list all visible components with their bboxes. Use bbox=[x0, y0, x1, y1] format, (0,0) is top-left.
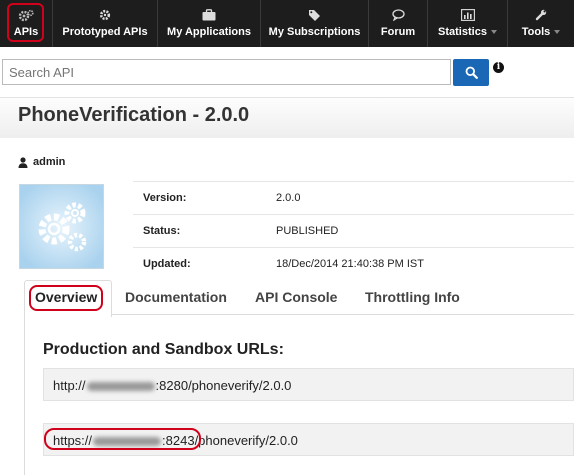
nav-item-tools[interactable]: Tools bbox=[508, 0, 574, 47]
meta-row-status: Status: PUBLISHED bbox=[133, 214, 574, 248]
url-prefix: http:// bbox=[53, 378, 86, 393]
meta-key: Updated: bbox=[143, 258, 191, 270]
nav-item-label: Prototyped APIs bbox=[62, 26, 148, 38]
highlight-annotation-https-url bbox=[44, 428, 201, 450]
gears-icon bbox=[20, 185, 103, 268]
top-navbar: APIs Prototyped APIs My Applications My … bbox=[0, 0, 574, 47]
nav-item-statistics[interactable]: Statistics bbox=[428, 0, 508, 47]
section-title: Production and Sandbox URLs: bbox=[43, 341, 284, 358]
highlight-annotation-apis bbox=[7, 3, 44, 42]
meta-key: Version: bbox=[143, 192, 187, 204]
search-icon bbox=[465, 66, 478, 79]
tab-documentation[interactable]: Documentation bbox=[125, 289, 227, 305]
info-icon[interactable]: i bbox=[493, 62, 504, 73]
url-suffix: :8280/phoneverify/2.0.0 bbox=[155, 378, 292, 393]
url-box-http[interactable]: http:// :8280/phoneverify/2.0.0 bbox=[43, 368, 574, 401]
meta-row-updated: Updated: 18/Dec/2014 21:40:38 PM IST bbox=[133, 247, 574, 281]
meta-value: 2.0.0 bbox=[276, 192, 301, 204]
wrench-icon bbox=[535, 9, 547, 23]
search-button[interactable] bbox=[453, 59, 489, 86]
bar-chart-icon bbox=[460, 9, 475, 23]
api-thumbnail bbox=[19, 184, 104, 269]
tab-throttling-info[interactable]: Throttling Info bbox=[365, 289, 460, 305]
tab-api-console[interactable]: API Console bbox=[255, 289, 337, 305]
tabs-divider bbox=[111, 314, 574, 315]
highlight-annotation-overview bbox=[29, 285, 103, 311]
nav-item-label: My Applications bbox=[167, 26, 251, 38]
chat-bubble-icon bbox=[391, 9, 405, 23]
search-input[interactable] bbox=[2, 59, 451, 85]
nav-item-label: Forum bbox=[380, 26, 416, 38]
nav-item-prototyped-apis[interactable]: Prototyped APIs bbox=[53, 0, 158, 47]
gear-icon bbox=[99, 9, 111, 23]
meta-row-version: Version: 2.0.0 bbox=[133, 181, 574, 215]
nav-item-my-applications[interactable]: My Applications bbox=[158, 0, 261, 47]
tags-icon bbox=[308, 9, 322, 23]
briefcase-icon bbox=[202, 9, 216, 23]
nav-item-label: Tools bbox=[521, 26, 551, 38]
nav-item-forum[interactable]: Forum bbox=[369, 0, 428, 47]
chevron-down-icon bbox=[490, 30, 497, 35]
user-icon bbox=[18, 156, 28, 168]
nav-item-label: Statistics bbox=[438, 26, 487, 38]
nav-item-label: My Subscriptions bbox=[268, 26, 361, 38]
api-owner: admin bbox=[18, 156, 65, 168]
panel-border bbox=[24, 316, 25, 475]
owner-name: admin bbox=[33, 156, 66, 168]
nav-item-my-subscriptions[interactable]: My Subscriptions bbox=[261, 0, 369, 47]
meta-value: PUBLISHED bbox=[276, 225, 339, 237]
redacted-host bbox=[86, 382, 155, 392]
meta-key: Status: bbox=[143, 225, 181, 237]
chevron-down-icon bbox=[554, 30, 561, 35]
page-title: PhoneVerification - 2.0.0 bbox=[18, 104, 250, 126]
meta-value: 18/Dec/2014 21:40:38 PM IST bbox=[276, 258, 424, 270]
